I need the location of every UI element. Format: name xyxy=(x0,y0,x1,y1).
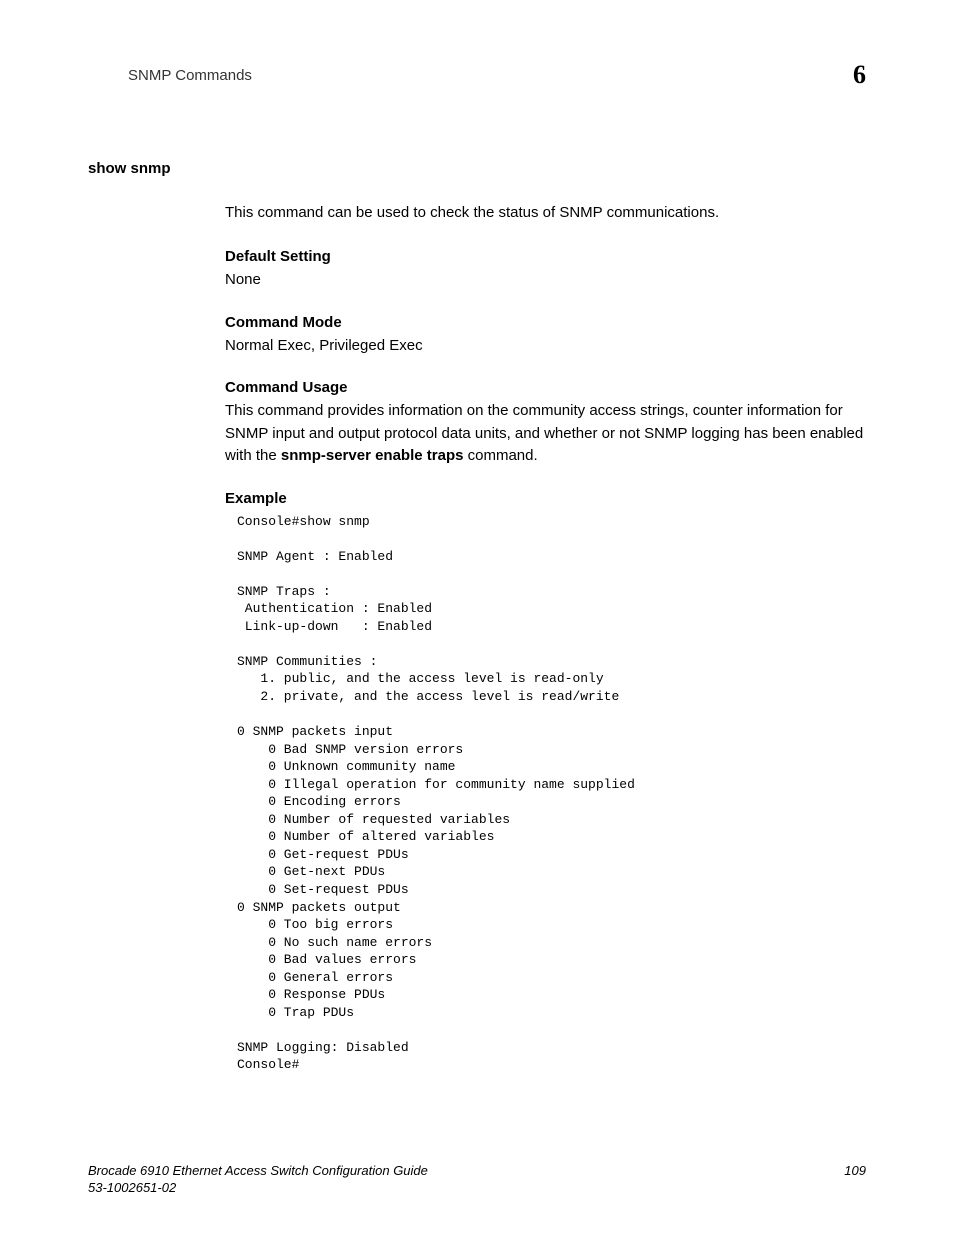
default-setting-title: Default Setting xyxy=(225,248,866,265)
footer-left: Brocade 6910 Ethernet Access Switch Conf… xyxy=(88,1163,428,1197)
command-usage-text-after: command. xyxy=(463,447,537,464)
footer-part-number: 53-1002651-02 xyxy=(88,1180,428,1197)
command-mode-section: Command Mode Normal Exec, Privileged Exe… xyxy=(225,314,866,358)
command-mode-text: Normal Exec, Privileged Exec xyxy=(225,335,866,358)
command-usage-bold: snmp-server enable traps xyxy=(281,447,464,464)
example-section: Example Console#show snmp SNMP Agent : E… xyxy=(225,490,866,1075)
section-description: This command can be used to check the st… xyxy=(225,202,866,223)
content-area: This command can be used to check the st… xyxy=(0,202,954,1074)
page-header: SNMP Commands 6 xyxy=(0,0,954,100)
command-usage-title: Command Usage xyxy=(225,379,866,396)
footer-guide-title: Brocade 6910 Ethernet Access Switch Conf… xyxy=(88,1163,428,1180)
command-mode-title: Command Mode xyxy=(225,314,866,331)
example-code: Console#show snmp SNMP Agent : Enabled S… xyxy=(237,513,866,1075)
default-setting-section: Default Setting None xyxy=(225,248,866,292)
page-footer: Brocade 6910 Ethernet Access Switch Conf… xyxy=(88,1163,866,1197)
chapter-number: 6 xyxy=(853,60,866,90)
footer-page-number: 109 xyxy=(844,1163,866,1178)
header-title: SNMP Commands xyxy=(128,67,252,84)
command-usage-text: This command provides information on the… xyxy=(225,400,866,468)
default-setting-text: None xyxy=(225,269,866,292)
section-heading: show snmp xyxy=(0,160,954,177)
example-title: Example xyxy=(225,490,866,507)
command-usage-section: Command Usage This command provides info… xyxy=(225,379,866,468)
